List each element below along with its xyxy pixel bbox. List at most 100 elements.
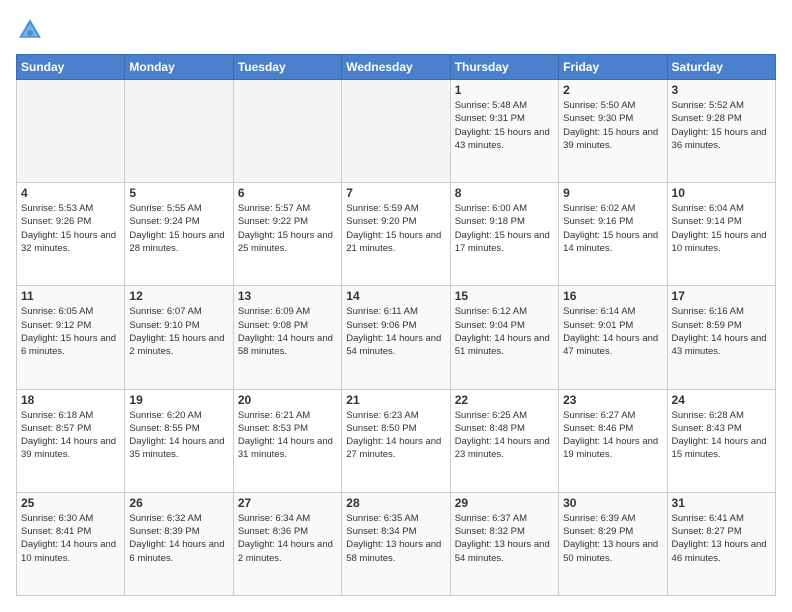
day-cell [233,80,341,183]
day-number: 24 [672,393,771,407]
day-info: Sunrise: 6:07 AMSunset: 9:10 PMDaylight:… [129,305,228,358]
day-cell: 16 Sunrise: 6:14 AMSunset: 9:01 PMDayligh… [559,286,667,389]
day-number: 27 [238,496,337,510]
week-row-4: 18 Sunrise: 6:18 AMSunset: 8:57 PMDayligh… [17,389,776,492]
day-number: 14 [346,289,445,303]
day-info: Sunrise: 6:04 AMSunset: 9:14 PMDaylight:… [672,202,771,255]
day-number: 20 [238,393,337,407]
weekday-header-row: SundayMondayTuesdayWednesdayThursdayFrid… [17,55,776,80]
day-number: 7 [346,186,445,200]
day-number: 25 [21,496,120,510]
week-row-1: 1Sunrise: 5:48 AMSunset: 9:31 PMDaylight… [17,80,776,183]
day-cell [125,80,233,183]
day-info: Sunrise: 6:25 AMSunset: 8:48 PMDaylight:… [455,409,554,462]
day-number: 4 [21,186,120,200]
day-info: Sunrise: 6:35 AMSunset: 8:34 PMDaylight:… [346,512,445,565]
week-row-3: 11 Sunrise: 6:05 AMSunset: 9:12 PMDayligh… [17,286,776,389]
day-cell: 24 Sunrise: 6:28 AMSunset: 8:43 PMDayligh… [667,389,775,492]
day-cell: 6 Sunrise: 5:57 AMSunset: 9:22 PMDaylight… [233,183,341,286]
day-info: Sunrise: 6:05 AMSunset: 9:12 PMDaylight:… [21,305,120,358]
day-number: 18 [21,393,120,407]
day-cell: 20 Sunrise: 6:21 AMSunset: 8:53 PMDayligh… [233,389,341,492]
day-cell: 2 Sunrise: 5:50 AMSunset: 9:30 PMDaylight… [559,80,667,183]
day-info: Sunrise: 5:53 AMSunset: 9:26 PMDaylight:… [21,202,120,255]
day-info: Sunrise: 5:55 AMSunset: 9:24 PMDaylight:… [129,202,228,255]
day-info: Sunrise: 6:11 AMSunset: 9:06 PMDaylight:… [346,305,445,358]
day-cell: 28 Sunrise: 6:35 AMSunset: 8:34 PMDayligh… [342,492,450,595]
day-info: Sunrise: 5:57 AMSunset: 9:22 PMDaylight:… [238,202,337,255]
day-number: 31 [672,496,771,510]
day-number: 19 [129,393,228,407]
day-cell: 29 Sunrise: 6:37 AMSunset: 8:32 PMDayligh… [450,492,558,595]
header [16,16,776,44]
weekday-header-wednesday: Wednesday [342,55,450,80]
day-number: 3 [672,83,771,97]
day-cell: 15 Sunrise: 6:12 AMSunset: 9:04 PMDayligh… [450,286,558,389]
day-cell: 1Sunrise: 5:48 AMSunset: 9:31 PMDaylight… [450,80,558,183]
day-info: Sunrise: 6:14 AMSunset: 9:01 PMDaylight:… [563,305,662,358]
day-number: 13 [238,289,337,303]
day-cell: 30Sunrise: 6:39 AMSunset: 8:29 PMDayligh… [559,492,667,595]
day-info: Sunrise: 6:23 AMSunset: 8:50 PMDaylight:… [346,409,445,462]
logo [16,16,48,44]
day-cell: 22 Sunrise: 6:25 AMSunset: 8:48 PMDayligh… [450,389,558,492]
day-cell: 18 Sunrise: 6:18 AMSunset: 8:57 PMDayligh… [17,389,125,492]
day-info: Sunrise: 6:18 AMSunset: 8:57 PMDaylight:… [21,409,120,462]
day-cell: 27 Sunrise: 6:34 AMSunset: 8:36 PMDayligh… [233,492,341,595]
day-info: Sunrise: 6:37 AMSunset: 8:32 PMDaylight:… [455,512,554,565]
day-number: 1 [455,83,554,97]
day-info: Sunrise: 5:59 AMSunset: 9:20 PMDaylight:… [346,202,445,255]
day-cell: 9 Sunrise: 6:02 AMSunset: 9:16 PMDaylight… [559,183,667,286]
day-number: 6 [238,186,337,200]
weekday-header-friday: Friday [559,55,667,80]
day-number: 12 [129,289,228,303]
weekday-header-thursday: Thursday [450,55,558,80]
day-cell: 13 Sunrise: 6:09 AMSunset: 9:08 PMDayligh… [233,286,341,389]
day-cell: 26Sunrise: 6:32 AMSunset: 8:39 PMDayligh… [125,492,233,595]
day-cell: 14 Sunrise: 6:11 AMSunset: 9:06 PMDayligh… [342,286,450,389]
day-cell [17,80,125,183]
day-cell: 7 Sunrise: 5:59 AMSunset: 9:20 PMDaylight… [342,183,450,286]
day-cell: 12 Sunrise: 6:07 AMSunset: 9:10 PMDayligh… [125,286,233,389]
day-number: 22 [455,393,554,407]
day-info: Sunrise: 5:50 AMSunset: 9:30 PMDaylight:… [563,99,662,152]
day-cell: 21Sunrise: 6:23 AMSunset: 8:50 PMDayligh… [342,389,450,492]
day-number: 29 [455,496,554,510]
day-number: 5 [129,186,228,200]
day-cell: 25 Sunrise: 6:30 AMSunset: 8:41 PMDayligh… [17,492,125,595]
day-number: 9 [563,186,662,200]
day-number: 2 [563,83,662,97]
day-info: Sunrise: 6:12 AMSunset: 9:04 PMDaylight:… [455,305,554,358]
day-number: 23 [563,393,662,407]
logo-icon [16,16,44,44]
day-cell: 4 Sunrise: 5:53 AMSunset: 9:26 PMDaylight… [17,183,125,286]
day-info: Sunrise: 6:34 AMSunset: 8:36 PMDaylight:… [238,512,337,565]
day-info: Sunrise: 6:00 AMSunset: 9:18 PMDaylight:… [455,202,554,255]
day-number: 30 [563,496,662,510]
day-cell: 10 Sunrise: 6:04 AMSunset: 9:14 PMDayligh… [667,183,775,286]
day-number: 15 [455,289,554,303]
day-info: Sunrise: 6:16 AMSunset: 8:59 PMDaylight:… [672,305,771,358]
day-info: Sunrise: 6:02 AMSunset: 9:16 PMDaylight:… [563,202,662,255]
day-cell [342,80,450,183]
day-number: 28 [346,496,445,510]
day-number: 11 [21,289,120,303]
day-cell: 23Sunrise: 6:27 AMSunset: 8:46 PMDayligh… [559,389,667,492]
day-number: 10 [672,186,771,200]
day-cell: 19 Sunrise: 6:20 AMSunset: 8:55 PMDayligh… [125,389,233,492]
day-number: 16 [563,289,662,303]
week-row-2: 4 Sunrise: 5:53 AMSunset: 9:26 PMDaylight… [17,183,776,286]
day-info: Sunrise: 6:30 AMSunset: 8:41 PMDaylight:… [21,512,120,565]
day-cell: 17 Sunrise: 6:16 AMSunset: 8:59 PMDayligh… [667,286,775,389]
day-number: 17 [672,289,771,303]
day-info: Sunrise: 6:20 AMSunset: 8:55 PMDaylight:… [129,409,228,462]
day-info: Sunrise: 6:21 AMSunset: 8:53 PMDaylight:… [238,409,337,462]
weekday-header-monday: Monday [125,55,233,80]
day-info: Sunrise: 6:09 AMSunset: 9:08 PMDaylight:… [238,305,337,358]
day-number: 26 [129,496,228,510]
day-cell: 8Sunrise: 6:00 AMSunset: 9:18 PMDaylight… [450,183,558,286]
day-info: Sunrise: 6:41 AMSunset: 8:27 PMDaylight:… [672,512,771,565]
day-cell: 11 Sunrise: 6:05 AMSunset: 9:12 PMDayligh… [17,286,125,389]
day-info: Sunrise: 6:28 AMSunset: 8:43 PMDaylight:… [672,409,771,462]
day-info: Sunrise: 5:52 AMSunset: 9:28 PMDaylight:… [672,99,771,152]
